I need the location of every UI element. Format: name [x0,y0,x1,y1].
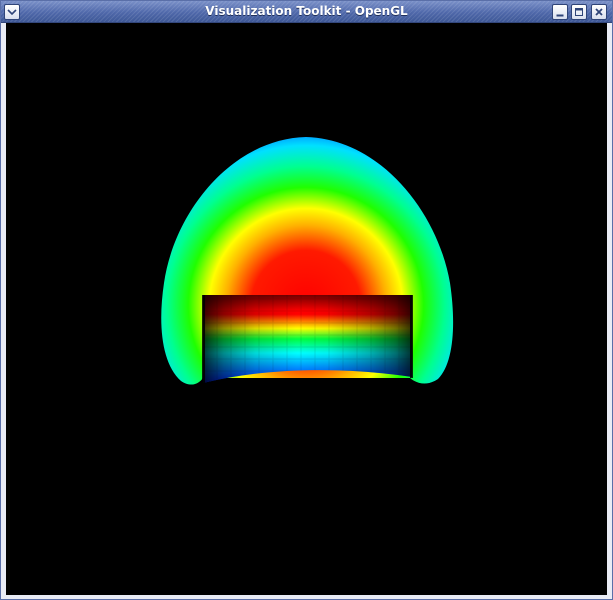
maximize-button[interactable] [571,4,587,20]
app-window: Visualization Toolkit - OpenGL [0,0,613,600]
cut-face-grid [203,295,412,383]
cut-face-left-edge [202,295,205,383]
title-bar[interactable]: Visualization Toolkit - OpenGL [1,1,612,23]
render-canvas [161,137,454,385]
window-title: Visualization Toolkit - OpenGL [205,4,408,18]
maximize-icon [575,8,583,16]
window-bottom-border [1,595,612,599]
close-icon [595,8,603,16]
cut-face-right-edge [410,295,413,378]
close-button[interactable] [591,4,607,20]
render-viewport[interactable] [6,23,607,595]
minimize-button[interactable] [552,4,568,20]
minimize-icon [556,14,564,17]
